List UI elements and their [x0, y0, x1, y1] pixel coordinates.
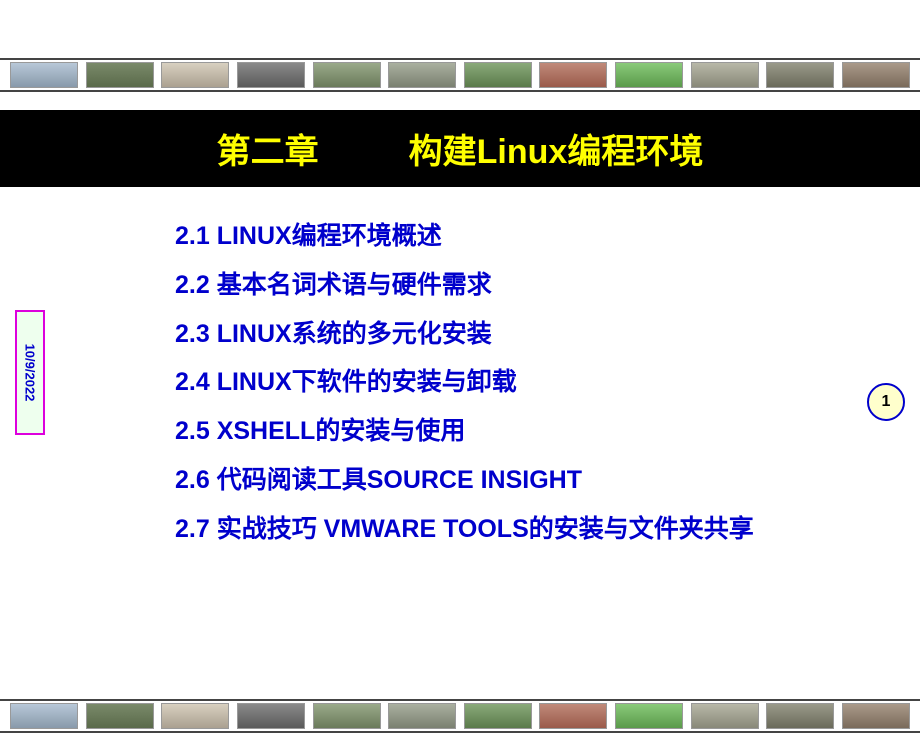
page-number-text: 1: [882, 393, 891, 411]
date-text: 10/9/2022: [23, 344, 38, 402]
thumbnail-strip-bottom: [0, 699, 920, 733]
thumbnail-image: [86, 62, 154, 88]
thumbnail-image: [10, 703, 78, 729]
chapter-title-bar: 第二章 构建Linux编程环境: [0, 110, 920, 187]
thumbnail-image: [464, 62, 532, 88]
toc-item: 2.6 代码阅读工具SOURCE INSIGHT: [175, 456, 920, 505]
thumbnail-image: [691, 703, 759, 729]
thumbnail-image: [842, 62, 910, 88]
thumbnail-image: [388, 703, 456, 729]
thumbnail-image: [615, 62, 683, 88]
thumbnail-image: [237, 703, 305, 729]
toc-item: 2.2 基本名词术语与硬件需求: [175, 261, 920, 310]
toc-item: 2.1 LINUX编程环境概述: [175, 212, 920, 261]
thumbnail-image: [539, 62, 607, 88]
thumbnail-image: [86, 703, 154, 729]
thumbnail-image: [615, 703, 683, 729]
table-of-contents: 2.1 LINUX编程环境概述 2.2 基本名词术语与硬件需求 2.3 LINU…: [0, 187, 920, 553]
thumbnail-image: [313, 703, 381, 729]
thumbnail-image: [313, 62, 381, 88]
thumbnail-image: [766, 62, 834, 88]
thumbnail-image: [539, 703, 607, 729]
thumbnail-image: [464, 703, 532, 729]
thumbnail-image: [842, 703, 910, 729]
toc-item: 2.7 实战技巧 VMWARE TOOLS的安装与文件夹共享: [175, 505, 920, 554]
chapter-name: 构建Linux编程环境: [409, 124, 704, 173]
thumbnail-image: [388, 62, 456, 88]
date-box: 10/9/2022: [15, 310, 45, 435]
thumbnail-image: [10, 62, 78, 88]
thumbnail-image: [161, 703, 229, 729]
thumbnail-strip-top: [0, 58, 920, 92]
toc-item: 2.4 LINUX下软件的安装与卸载: [175, 358, 920, 407]
thumbnail-image: [161, 62, 229, 88]
thumbnail-image: [766, 703, 834, 729]
toc-item: 2.5 XSHELL的安装与使用: [175, 407, 920, 456]
chapter-number: 第二章: [217, 124, 319, 173]
page-number-badge: 1: [867, 383, 905, 421]
thumbnail-image: [237, 62, 305, 88]
thumbnail-image: [691, 62, 759, 88]
toc-item: 2.3 LINUX系统的多元化安装: [175, 310, 920, 359]
